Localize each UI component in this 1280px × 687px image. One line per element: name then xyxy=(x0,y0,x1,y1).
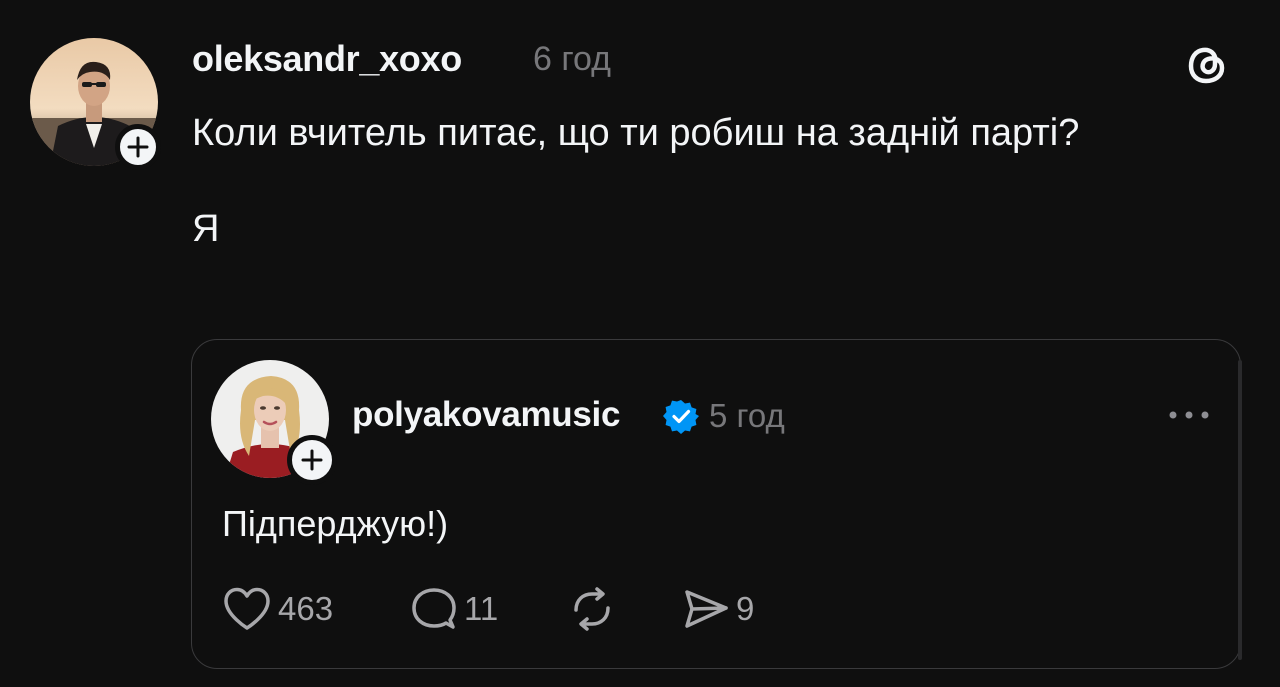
follow-button[interactable] xyxy=(287,435,337,485)
thread-post: oleksandr_xoxo 6 год Коли вчитель питає,… xyxy=(0,0,1280,687)
reply-button[interactable]: 11 xyxy=(410,586,498,632)
reply-count: 11 xyxy=(464,590,499,627)
quoted-author-avatar-wrap[interactable] xyxy=(211,360,341,490)
more-icon[interactable] xyxy=(1166,407,1212,428)
like-count: 463 xyxy=(278,590,334,627)
follow-button[interactable] xyxy=(115,124,161,170)
send-icon xyxy=(685,590,728,628)
repost-button[interactable] xyxy=(568,586,622,632)
author-avatar-wrap[interactable] xyxy=(30,38,161,188)
plus-icon xyxy=(127,136,149,158)
threads-logo-icon[interactable] xyxy=(1182,40,1232,95)
post-time: 6 год xyxy=(533,40,612,78)
quoted-post-time: 5 год xyxy=(709,397,785,434)
share-button[interactable]: 9 xyxy=(682,586,754,632)
verified-badge-icon xyxy=(663,398,699,439)
author-username[interactable]: oleksandr_xoxo xyxy=(192,38,462,80)
card-scrollbar[interactable] xyxy=(1238,360,1242,660)
post-text-line: Коли вчитель питає, що ти робиш на задні… xyxy=(192,112,1080,154)
post-text: Коли вчитель питає, що ти робиш на задні… xyxy=(192,104,1192,258)
quoted-post-text: Підперджую!) xyxy=(222,503,449,544)
plus-icon xyxy=(301,449,323,471)
heart-icon xyxy=(224,587,270,630)
repost-icon xyxy=(574,587,610,631)
comment-icon xyxy=(412,588,456,629)
post-text-line: Я xyxy=(192,208,220,250)
like-button[interactable]: 463 xyxy=(222,586,333,632)
share-count: 9 xyxy=(736,590,755,627)
quoted-author-username[interactable]: polyakovamusic xyxy=(352,395,620,435)
